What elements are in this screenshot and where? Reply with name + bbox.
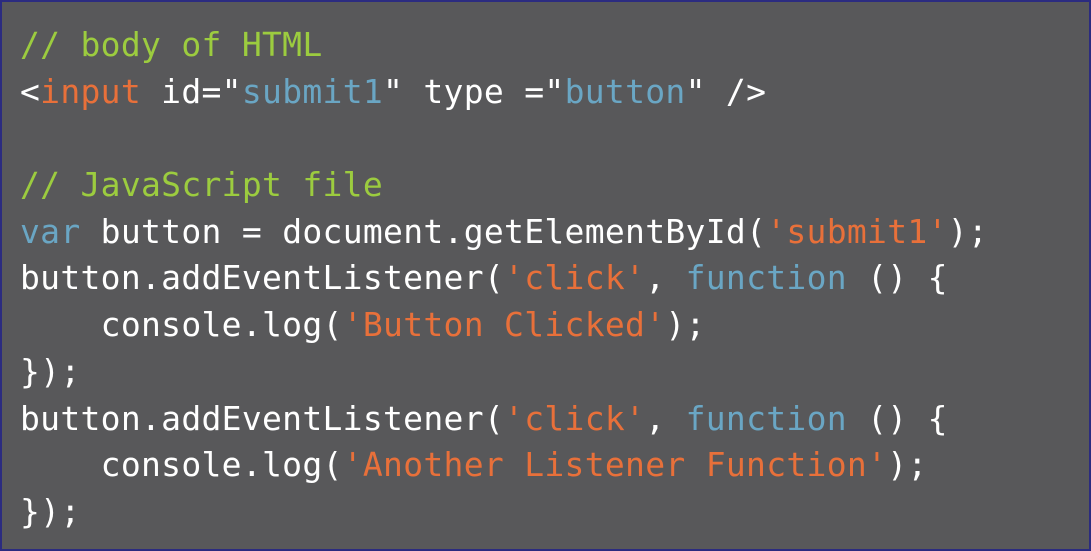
code-slide: // body of HTML <input id="submit1" type … xyxy=(0,0,1091,551)
code-line: // body of HTML xyxy=(20,22,988,69)
code-token-plain: }); xyxy=(20,351,81,391)
code-token-comment: // JavaScript file xyxy=(20,165,384,205)
code-line: button.addEventListener('click', functio… xyxy=(20,396,988,443)
code-token-plain: ); xyxy=(887,445,928,485)
code-token-string: 'click' xyxy=(504,398,646,438)
code-token-plain: , xyxy=(645,258,686,298)
code-token-plain: console.log( xyxy=(20,445,343,485)
code-token-plain: " type =" xyxy=(383,71,565,111)
code-token-string: 'Another Listener Function' xyxy=(342,445,888,485)
code-token-plain: id=" xyxy=(141,71,242,111)
code-token-plain: < xyxy=(20,71,41,111)
code-token-comment: // body of HTML xyxy=(20,25,323,64)
code-line: <input id="submit1" type ="button" /> xyxy=(20,69,988,116)
code-token-plain: button = document.getElementById( xyxy=(80,211,767,251)
code-token-string: 'click' xyxy=(504,258,646,298)
code-line: var button = document.getElementById('su… xyxy=(20,209,988,256)
code-token-plain: " /> xyxy=(685,71,767,111)
code-token-plain: button.addEventListener( xyxy=(20,398,505,438)
code-token-plain: button.addEventListener( xyxy=(20,258,505,298)
code-block: // body of HTML <input id="submit1" type … xyxy=(20,22,988,536)
code-token-string: 'Button Clicked' xyxy=(342,305,666,345)
code-line: button.addEventListener('click', functio… xyxy=(20,255,988,302)
code-token-plain: () { xyxy=(846,258,948,298)
code-token-keyword: function xyxy=(685,398,847,438)
code-line: console.log('Another Listener Function')… xyxy=(20,442,988,489)
code-token-plain: ); xyxy=(665,305,706,345)
code-token-string: 'submit1' xyxy=(766,211,948,251)
code-token-plain: ); xyxy=(947,211,989,251)
code-token-keyword: function xyxy=(685,258,847,298)
code-line: // JavaScript file xyxy=(20,162,988,209)
code-token-plain: , xyxy=(645,398,686,438)
code-line: console.log('Button Clicked'); xyxy=(20,302,988,349)
code-token-plain: () { xyxy=(846,398,948,438)
code-token-keyword: var xyxy=(20,211,81,251)
code-token-plain: }); xyxy=(20,491,81,531)
code-line: }); xyxy=(20,349,988,396)
code-token-attrval: button xyxy=(564,71,686,111)
code-line: }); xyxy=(20,489,988,536)
code-token-tag: input xyxy=(40,71,142,111)
code-token-attrval: submit1 xyxy=(241,71,384,111)
code-token-plain: console.log( xyxy=(20,305,343,345)
